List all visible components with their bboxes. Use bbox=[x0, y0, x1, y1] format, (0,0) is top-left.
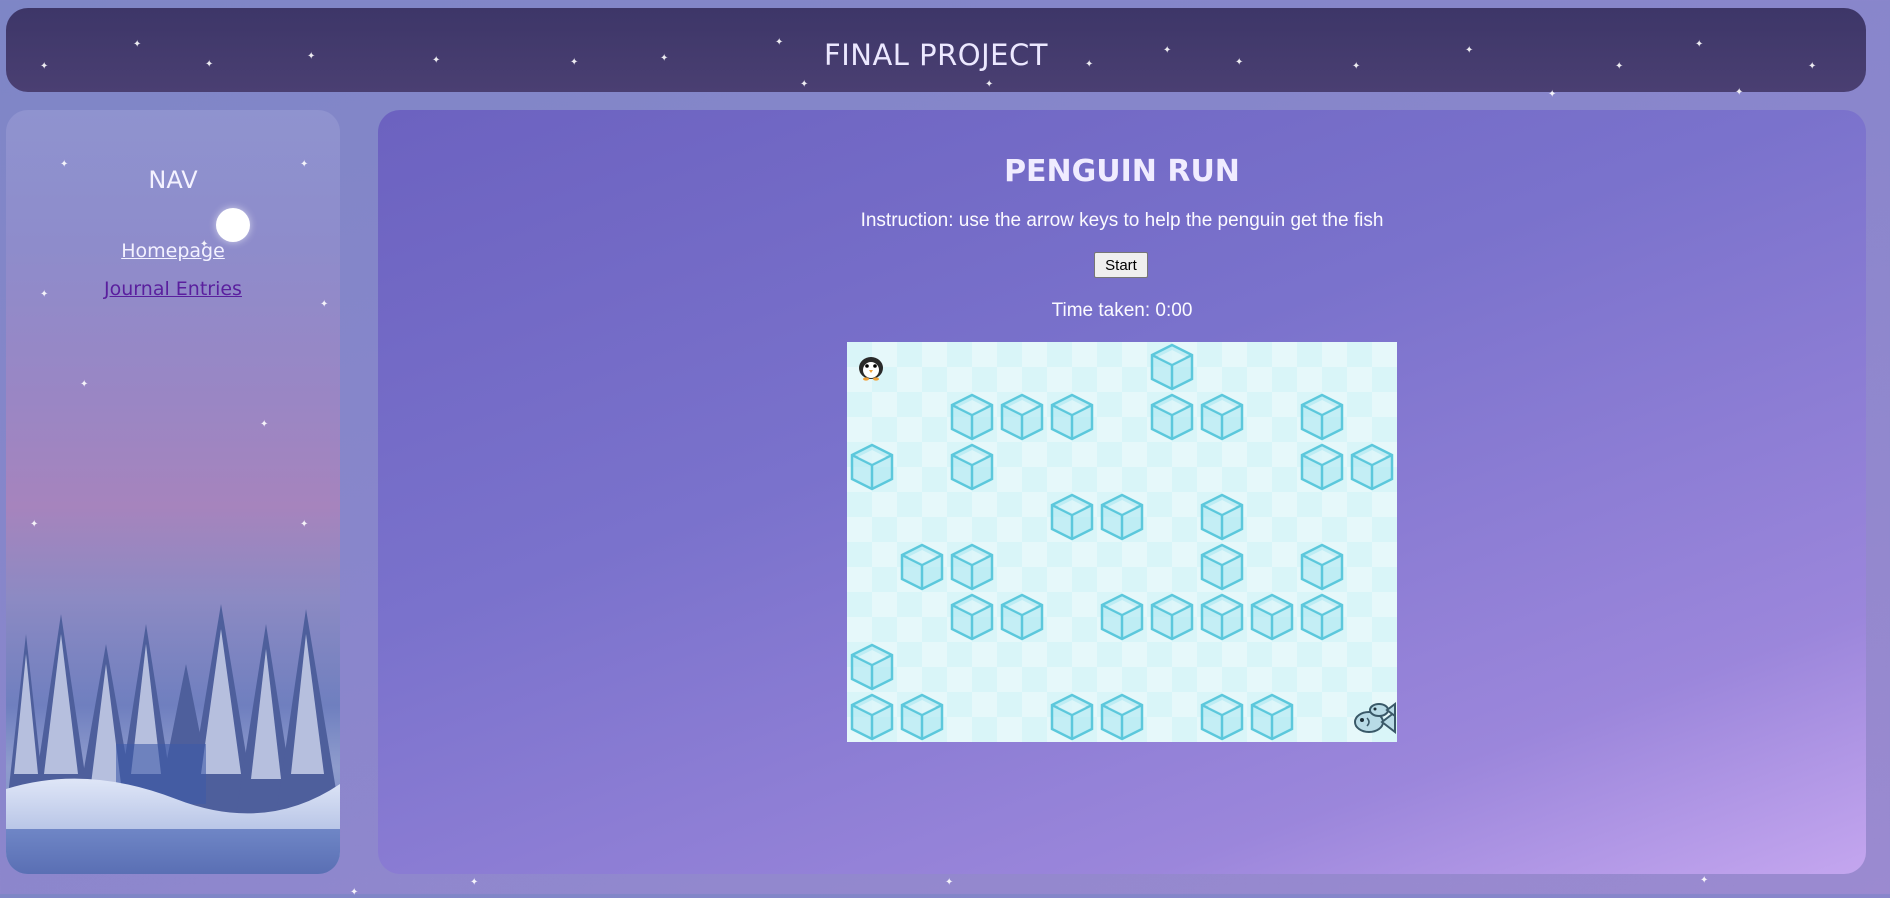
ice-block bbox=[1247, 592, 1297, 642]
site-header: FINAL PROJECT bbox=[6, 8, 1866, 92]
game-panel: PENGUIN RUN Instruction: use the arrow k… bbox=[378, 110, 1866, 874]
star-decoration: ✦ bbox=[470, 877, 479, 888]
ice-block bbox=[1197, 392, 1247, 442]
nav-link-journal-entries[interactable]: Journal Entries bbox=[6, 278, 340, 300]
ice-block bbox=[1097, 692, 1147, 742]
sidebar-nav: NAV Homepage Journal Entries bbox=[6, 110, 340, 874]
star-decoration: ✦ bbox=[350, 887, 359, 898]
ice-block bbox=[1197, 592, 1247, 642]
star-decoration: ✦ bbox=[1548, 89, 1557, 100]
ice-block bbox=[947, 392, 997, 442]
star-decoration: ✦ bbox=[40, 289, 49, 300]
star-decoration: ✦ bbox=[1465, 45, 1474, 56]
ice-block bbox=[897, 692, 947, 742]
nav-link-homepage[interactable]: Homepage bbox=[6, 240, 340, 262]
ice-block bbox=[1047, 692, 1097, 742]
ice-block bbox=[1047, 392, 1097, 442]
star-decoration: ✦ bbox=[1235, 57, 1244, 68]
star-decoration: ✦ bbox=[40, 61, 49, 72]
game-title: PENGUIN RUN bbox=[1004, 154, 1240, 189]
ice-block bbox=[1097, 492, 1147, 542]
ice-block bbox=[1147, 392, 1197, 442]
penguin-icon bbox=[847, 342, 897, 392]
ice-block bbox=[947, 592, 997, 642]
star-decoration: ✦ bbox=[1808, 61, 1817, 72]
game-board[interactable] bbox=[847, 342, 1397, 742]
ice-block bbox=[1197, 542, 1247, 592]
ice-block bbox=[1297, 442, 1347, 492]
ice-block bbox=[847, 442, 897, 492]
ice-block bbox=[1197, 692, 1247, 742]
start-button[interactable]: Start bbox=[1094, 252, 1148, 278]
star-decoration: ✦ bbox=[1163, 45, 1172, 56]
star-decoration: ✦ bbox=[985, 79, 994, 90]
star-decoration: ✦ bbox=[300, 519, 309, 530]
star-decoration: ✦ bbox=[1352, 61, 1361, 72]
ice-block bbox=[1197, 492, 1247, 542]
ice-block bbox=[997, 392, 1047, 442]
ice-block bbox=[947, 542, 997, 592]
star-decoration: ✦ bbox=[30, 519, 39, 530]
star-decoration: ✦ bbox=[800, 79, 809, 90]
ice-block bbox=[1297, 542, 1347, 592]
star-decoration: ✦ bbox=[1695, 39, 1704, 50]
star-decoration: ✦ bbox=[945, 877, 954, 888]
ice-block bbox=[1047, 492, 1097, 542]
star-decoration: ✦ bbox=[200, 239, 209, 250]
star-decoration: ✦ bbox=[1085, 59, 1094, 70]
moon-image bbox=[216, 208, 250, 242]
star-decoration: ✦ bbox=[133, 39, 142, 50]
star-decoration: ✦ bbox=[1615, 61, 1624, 72]
star-decoration: ✦ bbox=[432, 55, 441, 66]
star-decoration: ✦ bbox=[1735, 87, 1744, 98]
ice-block bbox=[997, 592, 1047, 642]
ice-block bbox=[1097, 592, 1147, 642]
star-decoration: ✦ bbox=[320, 299, 329, 310]
star-decoration: ✦ bbox=[260, 419, 269, 430]
ice-block bbox=[1297, 392, 1347, 442]
star-decoration: ✦ bbox=[570, 57, 579, 68]
ice-block bbox=[1347, 442, 1397, 492]
ice-block bbox=[897, 542, 947, 592]
ice-block bbox=[1297, 592, 1347, 642]
ice-block bbox=[1247, 692, 1297, 742]
star-decoration: ✦ bbox=[1700, 875, 1709, 886]
game-instruction: Instruction: use the arrow keys to help … bbox=[860, 210, 1384, 231]
star-decoration: ✦ bbox=[60, 159, 69, 170]
ice-block bbox=[847, 692, 897, 742]
fish-icon bbox=[1347, 692, 1397, 742]
star-decoration: ✦ bbox=[660, 53, 669, 64]
star-decoration: ✦ bbox=[80, 379, 89, 390]
ice-block bbox=[1147, 342, 1197, 392]
time-taken: Time taken: 0:00 bbox=[1051, 300, 1193, 321]
star-decoration: ✦ bbox=[307, 51, 316, 62]
star-decoration: ✦ bbox=[775, 37, 784, 48]
ice-block bbox=[1147, 592, 1197, 642]
star-decoration: ✦ bbox=[205, 59, 214, 70]
site-title: FINAL PROJECT bbox=[824, 38, 1048, 72]
ice-block bbox=[847, 642, 897, 692]
star-decoration: ✦ bbox=[300, 159, 309, 170]
winter-forest-image bbox=[6, 604, 340, 874]
ice-block bbox=[947, 442, 997, 492]
nav-title: NAV bbox=[148, 166, 198, 194]
